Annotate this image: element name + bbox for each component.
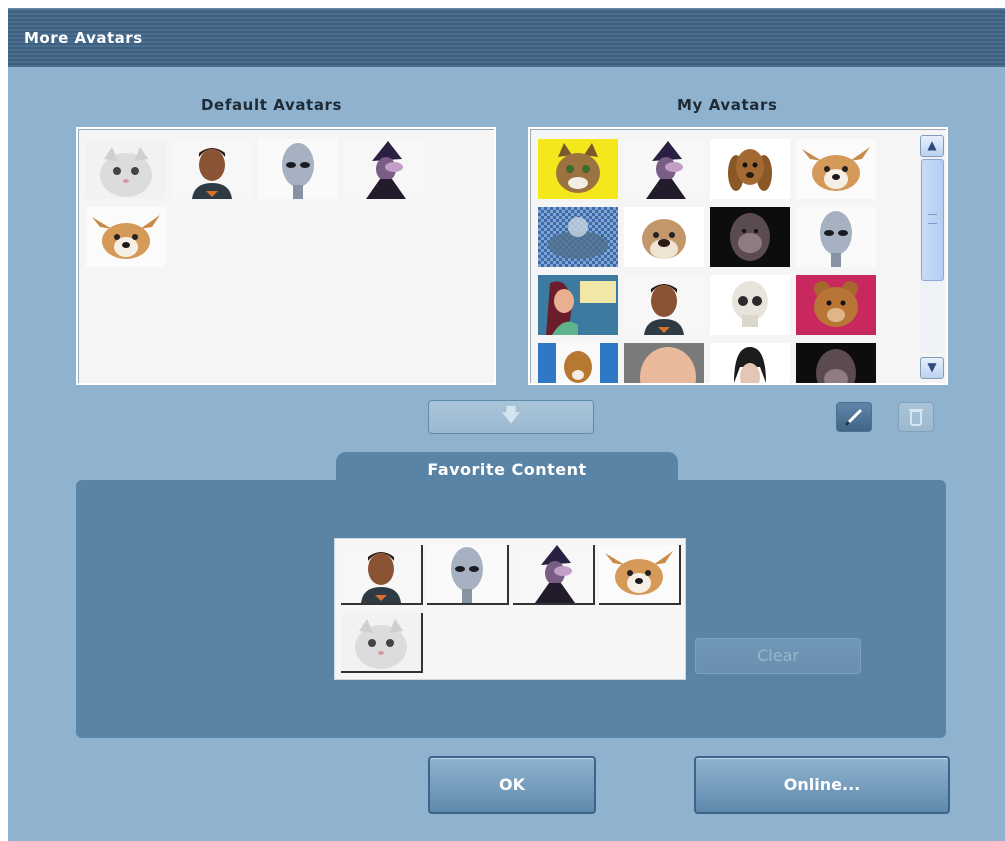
scroll-up-button[interactable]: ▲ <box>920 135 944 157</box>
witch-avatar[interactable] <box>344 139 424 199</box>
scroll-down-button[interactable]: ▼ <box>920 357 944 379</box>
witch-avatar[interactable] <box>513 545 595 605</box>
trash-icon <box>909 409 923 426</box>
mesh-avatar[interactable] <box>538 207 618 267</box>
favorite-content-heading: Favorite Content <box>427 460 587 479</box>
title-bar: More Avatars <box>8 8 1005 67</box>
corgi-avatar[interactable] <box>599 545 681 605</box>
default-avatars-panel[interactable] <box>76 127 496 385</box>
boy-avatar[interactable] <box>172 139 252 199</box>
default-avatars-heading: Default Avatars <box>201 96 343 114</box>
boy-avatar[interactable] <box>624 275 704 335</box>
move-down-button[interactable]: 🡇 <box>428 400 594 434</box>
delete-button[interactable] <box>898 402 934 432</box>
grip-icon <box>928 214 937 224</box>
kitten-avatar[interactable] <box>341 613 423 673</box>
gorilla-avatar[interactable] <box>710 207 790 267</box>
edit-button[interactable] <box>836 402 872 432</box>
kitten-avatar[interactable] <box>86 139 166 199</box>
ok-button[interactable]: OK <box>428 756 596 814</box>
spaniel-avatar[interactable] <box>710 139 790 199</box>
alien-avatar[interactable] <box>258 139 338 199</box>
teddy-bear-avatar[interactable] <box>796 275 876 335</box>
witch-avatar[interactable] <box>624 139 704 199</box>
bulldog-avatar[interactable] <box>624 207 704 267</box>
more-avatars-window: More Avatars Default Avatars My Avatars <box>8 8 1005 841</box>
corgi-avatar[interactable] <box>86 207 166 267</box>
edit-icon <box>844 409 862 427</box>
dark-hair-avatar[interactable] <box>710 343 790 383</box>
alien-avatar[interactable] <box>796 207 876 267</box>
scroll-thumb[interactable] <box>921 159 944 281</box>
boy-avatar[interactable] <box>341 545 423 605</box>
my-avatars-heading: My Avatars <box>677 96 778 114</box>
my-avatars-panel[interactable]: ▲ ▼ <box>528 127 948 385</box>
cat-yellow-avatar[interactable] <box>538 139 618 199</box>
online-button[interactable]: Online... <box>694 756 950 814</box>
arrow-down-icon: 🡇 <box>501 405 521 426</box>
corgi-avatar[interactable] <box>796 139 876 199</box>
alien-avatar[interactable] <box>427 545 509 605</box>
woman-avatar[interactable] <box>538 275 618 335</box>
clear-button[interactable]: Clear <box>695 638 861 674</box>
favorite-content-panel[interactable] <box>334 538 686 680</box>
window-title: More Avatars <box>24 29 143 47</box>
skull-avatar[interactable] <box>710 275 790 335</box>
baby-avatar[interactable] <box>624 343 704 383</box>
my-avatars-scrollbar[interactable]: ▲ ▼ <box>920 135 944 379</box>
beagle-avatar[interactable] <box>538 343 618 383</box>
gorilla-avatar[interactable] <box>796 343 876 383</box>
